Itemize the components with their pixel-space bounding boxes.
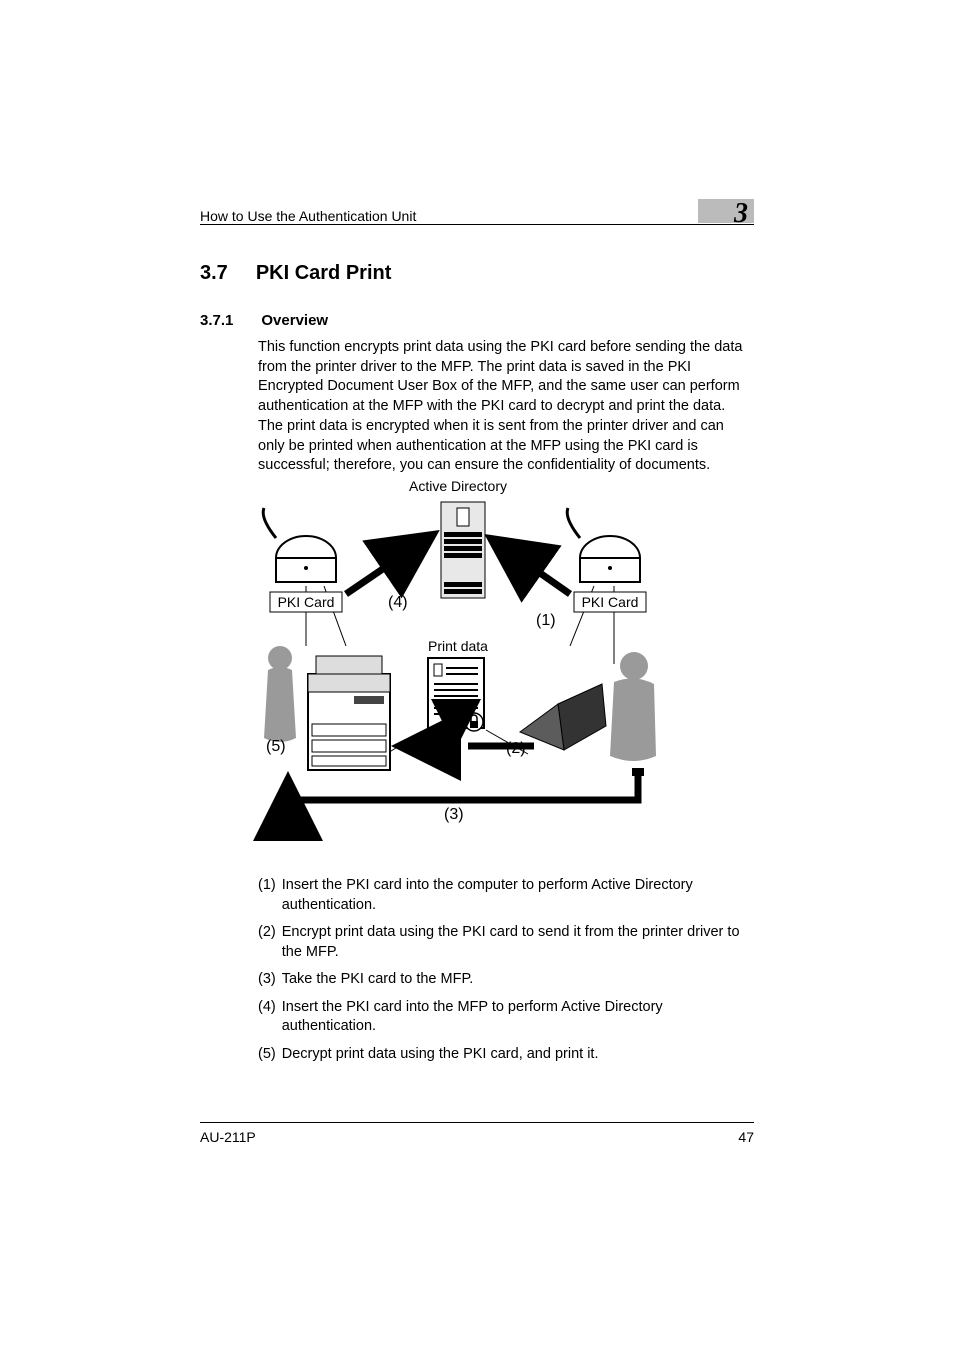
running-head: How to Use the Authentication Unit (200, 208, 416, 224)
marker-1: (1) (536, 612, 556, 630)
header-rule (200, 224, 754, 225)
section-heading: 3.7 PKI Card Print (200, 262, 391, 285)
card-reader-left-icon (263, 508, 336, 582)
step-3-text: Take the PKI card to the MFP. (282, 970, 474, 990)
section-title: PKI Card Print (256, 262, 392, 285)
label-print-data: Print data (408, 638, 508, 654)
footer-rule (200, 1122, 754, 1123)
step-3: (3) Take the PKI card to the MFP. (258, 970, 754, 990)
step-1-text: Insert the PKI card into the computer to… (282, 876, 754, 915)
step-5-text: Decrypt print data using the PKI card, a… (282, 1045, 599, 1065)
subsection-title: Overview (261, 312, 328, 329)
label-pki-card-left: PKI Card (276, 594, 336, 610)
label-pki-card-right: PKI Card (580, 594, 640, 610)
step-3-num: (3) (258, 970, 276, 990)
marker-5: (5) (266, 738, 286, 756)
step-list: (1) Insert the PKI card into the compute… (258, 876, 754, 1073)
label-active-directory: Active Directory (258, 478, 658, 494)
footer-product: AU-211P (200, 1129, 256, 1145)
step-4: (4) Insert the PKI card into the MFP to … (258, 998, 754, 1037)
paragraph-1: This function encrypts print data using … (258, 338, 754, 416)
footer-page: 47 (738, 1129, 754, 1145)
card-reader-right-icon (567, 508, 640, 582)
marker-3: (3) (444, 806, 464, 824)
step-5: (5) Decrypt print data using the PKI car… (258, 1045, 754, 1065)
step-4-text: Insert the PKI card into the MFP to perf… (282, 998, 754, 1037)
marker-2: (2) (506, 740, 526, 758)
server-icon (441, 502, 485, 598)
person-laptop-icon (520, 652, 656, 761)
footer-row: AU-211P 47 (200, 1129, 754, 1145)
step-1: (1) Insert the PKI card into the compute… (258, 876, 754, 915)
workflow-diagram: Active Directory (258, 478, 658, 846)
step-5-num: (5) (258, 1045, 276, 1065)
subsection-number: 3.7.1 (200, 312, 233, 329)
section-number: 3.7 (200, 262, 228, 285)
step-2: (2) Encrypt print data using the PKI car… (258, 923, 754, 962)
diagram-svg (258, 478, 658, 846)
step-1-num: (1) (258, 876, 276, 915)
step-4-num: (4) (258, 998, 276, 1037)
paragraph-2: The print data is encrypted when it is s… (258, 417, 754, 476)
page: 3 How to Use the Authentication Unit 3.7… (0, 0, 954, 1350)
marker-4: (4) (388, 594, 408, 612)
step-2-num: (2) (258, 923, 276, 962)
running-head-row: How to Use the Authentication Unit (200, 208, 754, 224)
subsection-heading: 3.7.1 Overview (200, 312, 328, 329)
step-2-text: Encrypt print data using the PKI card to… (282, 923, 754, 962)
print-data-icon (428, 658, 484, 731)
